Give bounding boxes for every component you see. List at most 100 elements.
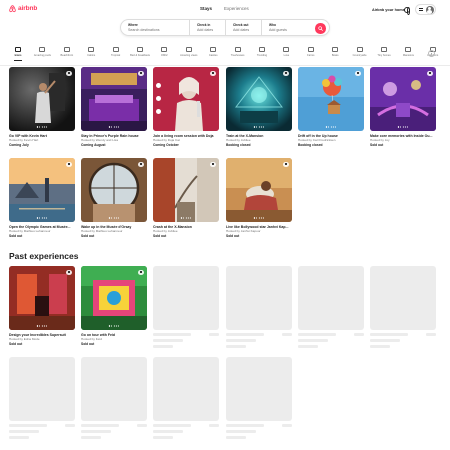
side-option-button[interactable]	[155, 109, 161, 114]
experience-title[interactable]: Go on tour with Feid	[81, 333, 147, 337]
category-countryside[interactable]: Countryside	[348, 46, 372, 57]
listing-title[interactable]: Stay in Prince's Purple Rain house	[81, 134, 147, 138]
listing-title[interactable]: Live like Bollywood star Janhvi Kap...	[226, 225, 292, 229]
airbnb-logo[interactable]: airbnb	[9, 5, 37, 13]
experience-card[interactable]: Design your Incredibles Supersuit Hosted…	[9, 266, 75, 346]
save-heart-button[interactable]	[138, 70, 144, 76]
tab-stays[interactable]: Stays	[200, 6, 212, 11]
where-field[interactable]: Where Search destinations	[121, 20, 189, 35]
save-heart-button[interactable]	[283, 70, 289, 76]
heart-icon	[139, 271, 142, 274]
listing-title[interactable]: Make core memories with Inside Ou...	[370, 134, 436, 138]
experience-card[interactable]: Go on tour with Feid Hosted by Feid Sold…	[81, 266, 147, 346]
host-link[interactable]: Airbnb your home	[372, 8, 405, 12]
listing-host: Hosted by Mathieu Lehanneur	[81, 229, 123, 234]
listing-image[interactable]	[153, 158, 219, 222]
category-icons[interactable]: Icons	[6, 46, 30, 60]
listing-title[interactable]: Join a living room session with Doja	[153, 134, 219, 138]
save-heart-button[interactable]	[66, 161, 72, 167]
loading-card	[81, 357, 147, 439]
category-mansions[interactable]: Mansions	[396, 46, 420, 57]
checkin-field[interactable]: Check in Add dates	[189, 20, 225, 35]
category-icon	[283, 46, 290, 52]
category-beachfront[interactable]: Beachfront	[55, 46, 79, 57]
listing-image[interactable]	[153, 67, 219, 131]
category-next-button[interactable]: ›	[428, 50, 435, 57]
category-bed-breakfasts[interactable]: Bed & breakfasts	[128, 46, 152, 57]
save-heart-button[interactable]	[138, 269, 144, 275]
listing-card[interactable]: Go VIP with Kevin Hart Hosted by Kevin H…	[9, 67, 75, 147]
loading-card	[298, 266, 364, 348]
save-heart-button[interactable]	[355, 70, 361, 76]
checkin-value: Add dates	[197, 28, 214, 33]
listing-title[interactable]: Wake up in the Musée d'Orsay	[81, 225, 147, 229]
category-tiny-homes[interactable]: Tiny homes	[372, 46, 396, 57]
listing-image[interactable]	[370, 67, 436, 131]
heart-icon	[67, 271, 70, 274]
listing-card[interactable]: Drift off in the Up house Hosted by Carl…	[298, 67, 364, 147]
save-heart-button[interactable]	[66, 70, 72, 76]
listing-host: Hosted by Carl Fredricksen	[298, 138, 336, 143]
save-heart-button[interactable]	[210, 161, 216, 167]
where-input[interactable]: Search destinations	[128, 28, 189, 32]
category-farms[interactable]: Farms	[299, 46, 323, 57]
listing-title[interactable]: Train at the X-Mansion	[226, 134, 292, 138]
save-heart-button[interactable]	[138, 161, 144, 167]
user-menu-button[interactable]	[415, 4, 436, 15]
save-heart-button[interactable]	[210, 70, 216, 76]
listing-card[interactable]: Wake up in the Musée d'Orsay Hosted by M…	[81, 158, 147, 238]
globe-icon[interactable]	[404, 6, 411, 15]
listing-title[interactable]: Drift off in the Up house	[298, 134, 364, 138]
listing-host: Hosted by Mathieu Lehanneur	[9, 229, 51, 234]
experience-title[interactable]: Design your Incredibles Supersuit	[9, 333, 75, 337]
listing-card[interactable]: Make core memories with Inside Ou... Hos…	[370, 67, 436, 147]
listing-image[interactable]	[9, 158, 75, 222]
category-trending[interactable]: Trending	[250, 46, 274, 57]
category-tropical[interactable]: Tropical	[104, 46, 128, 57]
listing-image[interactable]	[226, 158, 292, 222]
category-amazing-views[interactable]: Amazing views	[177, 46, 201, 57]
category-castles[interactable]: Castles	[201, 46, 225, 57]
category-omg[interactable]: OMG!	[152, 46, 176, 57]
listing-host: Hosted by Wendy and Lisa	[81, 138, 118, 143]
search-icon	[318, 26, 323, 31]
listing-host: Hosted by Doja Cat	[153, 138, 180, 143]
category-luxe[interactable]: Luxe	[274, 46, 298, 57]
checkout-field[interactable]: Check out Add dates	[225, 20, 261, 35]
category-amazing-pools[interactable]: Amazing pools	[30, 46, 54, 57]
category-label: Cabins	[87, 53, 96, 57]
listing-title[interactable]: Open the Olympic Games at Musée...	[9, 225, 75, 229]
listing-card[interactable]: Open the Olympic Games at Musée... Hoste…	[9, 158, 75, 238]
menu-icon	[419, 8, 423, 11]
category-treehouses[interactable]: Treehouses	[226, 46, 250, 57]
listing-image[interactable]	[81, 67, 147, 131]
listing-image[interactable]	[226, 67, 292, 131]
listing-card[interactable]: Live like Bollywood star Janhvi Kap... H…	[226, 158, 292, 238]
category-icon	[356, 46, 363, 52]
experience-image[interactable]	[9, 266, 75, 330]
search-button[interactable]	[315, 23, 326, 34]
listing-image[interactable]	[298, 67, 364, 131]
experience-image[interactable]	[81, 266, 147, 330]
listing-title[interactable]: Go VIP with Kevin Hart	[9, 134, 75, 138]
side-option-button[interactable]	[155, 96, 161, 101]
who-field[interactable]: Who Add guests	[261, 20, 317, 35]
category-icon	[63, 46, 70, 52]
listing-card[interactable]: Stay in Prince's Purple Rain house Hoste…	[81, 67, 147, 147]
save-heart-button[interactable]	[427, 70, 433, 76]
listing-image[interactable]	[9, 67, 75, 131]
save-heart-button[interactable]	[283, 161, 289, 167]
listing-card[interactable]: Join a living room session with Doja Hos…	[153, 67, 219, 147]
category-boats[interactable]: Boats	[323, 46, 347, 57]
listing-card[interactable]: Crash at the X-Mansion Hosted by Jubilee…	[153, 158, 219, 238]
category-icon	[161, 46, 168, 52]
listing-status: Sold out	[370, 143, 384, 148]
listing-title[interactable]: Crash at the X-Mansion	[153, 225, 219, 229]
save-heart-button[interactable]	[66, 269, 72, 275]
listing-image[interactable]	[81, 158, 147, 222]
tab-experiences[interactable]: Experiences	[224, 6, 249, 11]
category-cabins[interactable]: Cabins	[79, 46, 103, 57]
side-option-button[interactable]	[155, 83, 161, 88]
listing-card[interactable]: Train at the X-Mansion Hosted by Jubilee…	[226, 67, 292, 147]
where-label: Where	[128, 23, 138, 28]
